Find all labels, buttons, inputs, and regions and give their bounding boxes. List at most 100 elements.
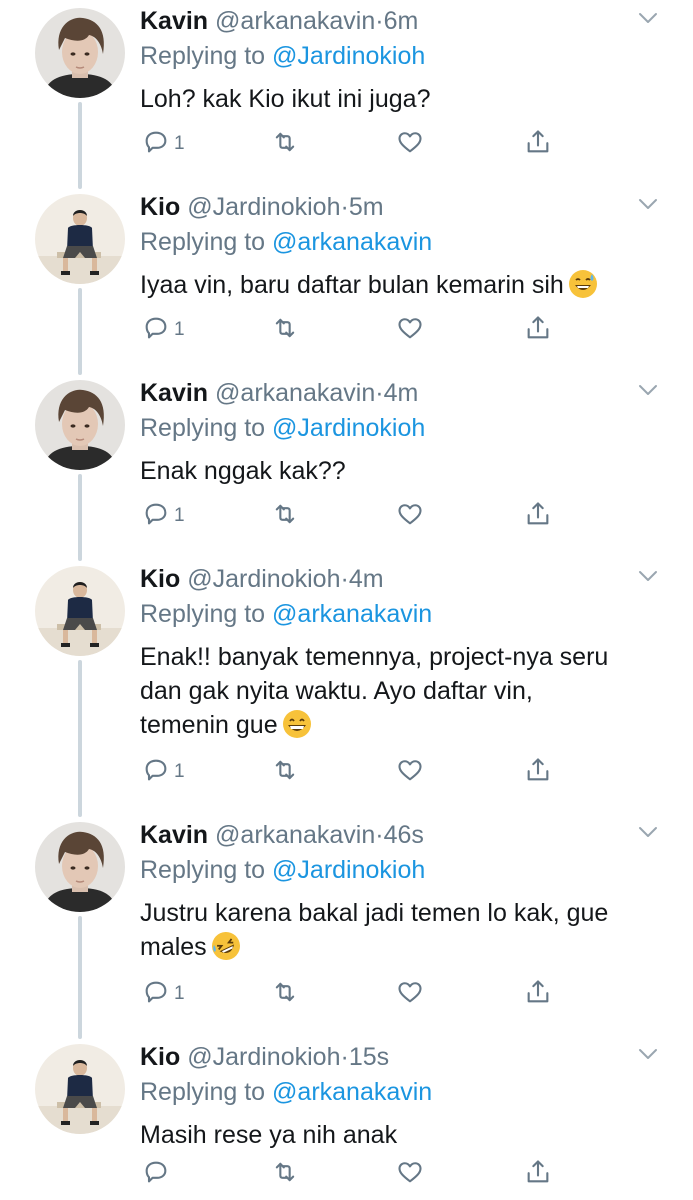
chevron-down-icon[interactable] bbox=[636, 824, 660, 840]
display-name[interactable]: Kavin bbox=[140, 7, 208, 35]
chevron-down-icon[interactable] bbox=[636, 196, 660, 212]
avatar[interactable] bbox=[35, 194, 125, 284]
heart-icon bbox=[396, 978, 424, 1011]
avatar[interactable] bbox=[35, 380, 125, 470]
share-button[interactable] bbox=[524, 127, 552, 161]
tweet-text-line: Enak nggak kak?? bbox=[140, 457, 346, 485]
separator-dot: · bbox=[375, 379, 384, 407]
mention-link[interactable]: @Jardinokioh bbox=[272, 856, 425, 884]
timestamp[interactable]: 6m bbox=[384, 7, 419, 35]
mention-link[interactable]: @arkanakavin bbox=[272, 228, 432, 256]
display-name[interactable]: Kio bbox=[140, 1043, 180, 1071]
thread-line bbox=[78, 102, 82, 189]
sweat-smile-emoji bbox=[568, 270, 597, 298]
reply-button[interactable] bbox=[142, 1157, 174, 1191]
reply-icon bbox=[142, 128, 170, 161]
display-name[interactable]: Kavin bbox=[140, 821, 208, 849]
tweet-text-line: Iyaa vin, baru daftar bulan kemarin sih bbox=[140, 268, 660, 302]
mention-link[interactable]: @arkanakavin bbox=[272, 600, 432, 628]
chevron-down-icon[interactable] bbox=[636, 10, 660, 26]
reply-count: 1 bbox=[174, 505, 185, 526]
share-button[interactable] bbox=[524, 1157, 552, 1191]
replying-to-label: Replying to bbox=[140, 414, 266, 442]
tweet-actions: 1 bbox=[140, 755, 570, 789]
like-button[interactable] bbox=[396, 755, 424, 789]
timestamp[interactable]: 5m bbox=[349, 193, 384, 221]
user-handle[interactable]: @arkanakavin bbox=[215, 821, 375, 849]
separator-dot: · bbox=[340, 1043, 349, 1071]
tweet-text-line: temenin gue bbox=[140, 708, 660, 742]
mention-link[interactable]: @Jardinokioh bbox=[272, 42, 425, 70]
retweet-button[interactable] bbox=[271, 499, 299, 533]
tweet-actions bbox=[140, 1157, 570, 1191]
separator-dot: · bbox=[340, 193, 349, 221]
heart-icon bbox=[396, 314, 424, 347]
reply-icon bbox=[142, 314, 170, 347]
separator-dot: · bbox=[340, 565, 349, 593]
retweet-icon bbox=[271, 314, 299, 347]
user-handle[interactable]: @Jardinokioh bbox=[187, 565, 340, 593]
reply-button[interactable]: 1 bbox=[142, 499, 185, 533]
like-button[interactable] bbox=[396, 499, 424, 533]
replying-to: Replying to @Jardinokioh bbox=[140, 853, 425, 887]
reply-button[interactable]: 1 bbox=[142, 977, 185, 1011]
like-button[interactable] bbox=[396, 313, 424, 347]
replying-to-label: Replying to bbox=[140, 600, 266, 628]
replying-to-label: Replying to bbox=[140, 42, 266, 70]
tweet-header: Kavin @arkanakavin·46s bbox=[140, 818, 424, 852]
retweet-button[interactable] bbox=[271, 1157, 299, 1191]
like-button[interactable] bbox=[396, 1157, 424, 1191]
tweet-text: Enak!! banyak temennya, project-nya seru… bbox=[140, 640, 660, 742]
retweet-icon bbox=[271, 978, 299, 1011]
avatar[interactable] bbox=[35, 8, 125, 98]
display-name[interactable]: Kio bbox=[140, 565, 180, 593]
retweet-button[interactable] bbox=[271, 977, 299, 1011]
tweet-actions: 1 bbox=[140, 499, 570, 533]
like-button[interactable] bbox=[396, 977, 424, 1011]
tweet-text: Justru karena bakal jadi temen lo kak, g… bbox=[140, 896, 660, 964]
tweet-header: Kavin @arkanakavin·6m bbox=[140, 4, 418, 38]
timestamp[interactable]: 4m bbox=[384, 379, 419, 407]
retweet-button[interactable] bbox=[271, 313, 299, 347]
timestamp[interactable]: 15s bbox=[349, 1043, 389, 1071]
reply-count: 1 bbox=[174, 319, 185, 340]
tweet-header: Kio @Jardinokioh·5m bbox=[140, 190, 384, 224]
timestamp[interactable]: 4m bbox=[349, 565, 384, 593]
retweet-button[interactable] bbox=[271, 755, 299, 789]
like-button[interactable] bbox=[396, 127, 424, 161]
separator-dot: · bbox=[375, 821, 384, 849]
tweet-actions: 1 bbox=[140, 977, 570, 1011]
share-button[interactable] bbox=[524, 499, 552, 533]
tweet-text-line: males bbox=[140, 930, 660, 964]
mention-link[interactable]: @Jardinokioh bbox=[272, 414, 425, 442]
avatar[interactable] bbox=[35, 1044, 125, 1134]
chevron-down-icon[interactable] bbox=[636, 382, 660, 398]
display-name[interactable]: Kio bbox=[140, 193, 180, 221]
user-handle[interactable]: @Jardinokioh bbox=[187, 1043, 340, 1071]
share-icon bbox=[524, 500, 552, 533]
retweet-button[interactable] bbox=[271, 127, 299, 161]
reply-button[interactable]: 1 bbox=[142, 313, 185, 347]
user-handle[interactable]: @Jardinokioh bbox=[187, 193, 340, 221]
avatar[interactable] bbox=[35, 822, 125, 912]
chevron-down-icon[interactable] bbox=[636, 568, 660, 584]
reply-button[interactable]: 1 bbox=[142, 127, 185, 161]
mention-link[interactable]: @arkanakavin bbox=[272, 1078, 432, 1106]
reply-button[interactable]: 1 bbox=[142, 755, 185, 789]
share-button[interactable] bbox=[524, 313, 552, 347]
share-button[interactable] bbox=[524, 977, 552, 1011]
user-handle[interactable]: @arkanakavin bbox=[215, 7, 375, 35]
retweet-icon bbox=[271, 128, 299, 161]
avatar[interactable] bbox=[35, 566, 125, 656]
thread-line bbox=[78, 660, 82, 817]
chevron-down-icon[interactable] bbox=[636, 1046, 660, 1062]
tweet-text: Loh? kak Kio ikut ini juga? bbox=[140, 82, 660, 116]
reply-icon bbox=[142, 500, 170, 533]
reply-icon bbox=[142, 756, 170, 789]
timestamp[interactable]: 46s bbox=[384, 821, 424, 849]
replying-to-label: Replying to bbox=[140, 228, 266, 256]
share-icon bbox=[524, 128, 552, 161]
share-button[interactable] bbox=[524, 755, 552, 789]
user-handle[interactable]: @arkanakavin bbox=[215, 379, 375, 407]
display-name[interactable]: Kavin bbox=[140, 379, 208, 407]
